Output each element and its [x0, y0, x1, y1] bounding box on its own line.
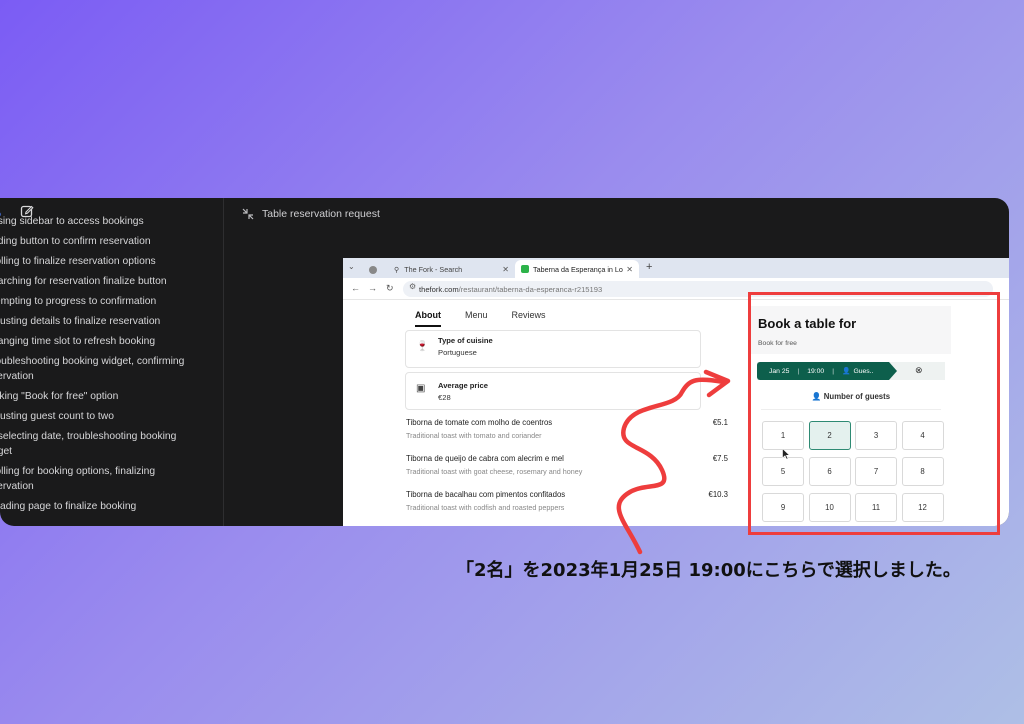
restaurant-tabs: About Menu Reviews — [415, 310, 570, 327]
annotation-caption: 「2名」を2023年1月25日 19:00にこちらで選択しました。 — [456, 560, 961, 581]
step-item[interactable]: loading page to finalize booking — [0, 496, 223, 516]
cutlery-icon: 🍷 — [416, 341, 429, 352]
tab-menu[interactable]: Menu — [465, 310, 488, 327]
request-title: Table reservation request — [262, 208, 380, 220]
step-item[interactable]: dget — [0, 444, 223, 462]
dish-price: €5.1 — [712, 418, 728, 427]
step-list: using sidebar to access bookings nding b… — [0, 216, 223, 516]
step-item[interactable]: servation — [0, 369, 223, 387]
step-item[interactable]: djusting guest count to two — [0, 406, 223, 426]
tab-favicon-icon — [369, 265, 377, 274]
dish-price: €7.5 — [712, 454, 728, 463]
wallet-icon: ▣ — [416, 383, 426, 394]
step-item[interactable]: roubleshooting booking widget, confirmin… — [0, 351, 223, 369]
step-item[interactable]: icking "Book for free" option — [0, 386, 223, 406]
cuisine-card: 🍷 Type of cuisine Portuguese — [405, 330, 701, 368]
tab-about[interactable]: About — [415, 310, 441, 327]
step-item[interactable]: eselecting date, troubleshooting booking — [0, 426, 223, 444]
site-settings-icon[interactable]: ⚙ — [409, 282, 416, 291]
tab-label: Taberna da Esperança in Lo — [533, 264, 623, 274]
step-item[interactable]: rolling to finalize reservation options — [0, 251, 223, 271]
menu-item: Tiborna de tomate com molho de coentros … — [406, 418, 728, 440]
price-label: Average price — [438, 381, 488, 390]
url-path: /restaurant/taberna-da-esperanca-r215193 — [458, 284, 603, 294]
sidebar: ● using sidebar to access bookings nding… — [0, 198, 224, 526]
dish-name: Tiborna de tomate com molho de coentros — [406, 418, 553, 427]
close-tab-icon[interactable]: ✕ — [626, 265, 633, 274]
dish-price: €10.3 — [708, 490, 728, 499]
site-favicon-icon — [521, 265, 529, 273]
step-item[interactable]: using sidebar to access bookings — [0, 211, 223, 231]
price-value: €28 — [438, 393, 451, 402]
cuisine-value: Portuguese — [438, 348, 477, 357]
dish-name: Tiborna de bacalhau com pimentos confita… — [406, 490, 566, 499]
forward-icon[interactable]: → — [368, 283, 377, 293]
close-tab-icon[interactable]: ✕ — [502, 265, 509, 274]
cuisine-label: Type of cuisine — [438, 336, 493, 345]
step-item[interactable]: earching for reservation finalize button — [0, 271, 223, 291]
step-item[interactable]: hanging time slot to refresh booking — [0, 331, 223, 351]
tab-label: The Fork - Search — [404, 265, 463, 274]
menu-item: Tiborna de bacalhau com pimentos confita… — [406, 490, 728, 512]
browser-tabstrip: ⌄ ⚲ The Fork - Search ✕ Taberna da Esper… — [343, 258, 1009, 278]
browser-tab-active[interactable]: Taberna da Esperança in Lo ✕ — [515, 260, 639, 278]
step-item[interactable]: tempting to progress to confirmation — [0, 291, 223, 311]
step-item[interactable]: rolling for booking options, finalizing — [0, 461, 223, 479]
dish-description: Traditional toast with codfish and roast… — [406, 503, 565, 512]
back-icon[interactable]: ← — [351, 283, 360, 293]
browser-tab[interactable]: ⚲ The Fork - Search ✕ — [365, 261, 515, 278]
dish-name: Tiborna de queijo de cabra com alecrim e… — [406, 454, 564, 463]
highlight-box — [748, 292, 1000, 535]
step-item[interactable]: djusting details to finalize reservation — [0, 311, 223, 331]
new-tab-icon[interactable]: + — [646, 261, 652, 273]
collapse-icon[interactable] — [242, 208, 254, 220]
tab-reviews[interactable]: Reviews — [512, 310, 546, 327]
reload-icon[interactable]: ↻ — [386, 283, 394, 294]
price-card: ▣ Average price €28 — [405, 372, 701, 410]
dish-description: Traditional toast with tomato and corian… — [406, 431, 542, 440]
request-header: Table reservation request — [242, 206, 380, 222]
search-icon: ⚲ — [394, 265, 400, 274]
dish-description: Traditional toast with goat cheese, rose… — [406, 467, 583, 476]
url-host: thefork.com — [419, 284, 459, 294]
menu-item: Tiborna de queijo de cabra com alecrim e… — [406, 454, 728, 476]
step-item[interactable]: servation — [0, 479, 223, 497]
step-item[interactable]: nding button to confirm reservation — [0, 231, 223, 251]
tab-search-icon[interactable]: ⌄ — [348, 262, 355, 271]
